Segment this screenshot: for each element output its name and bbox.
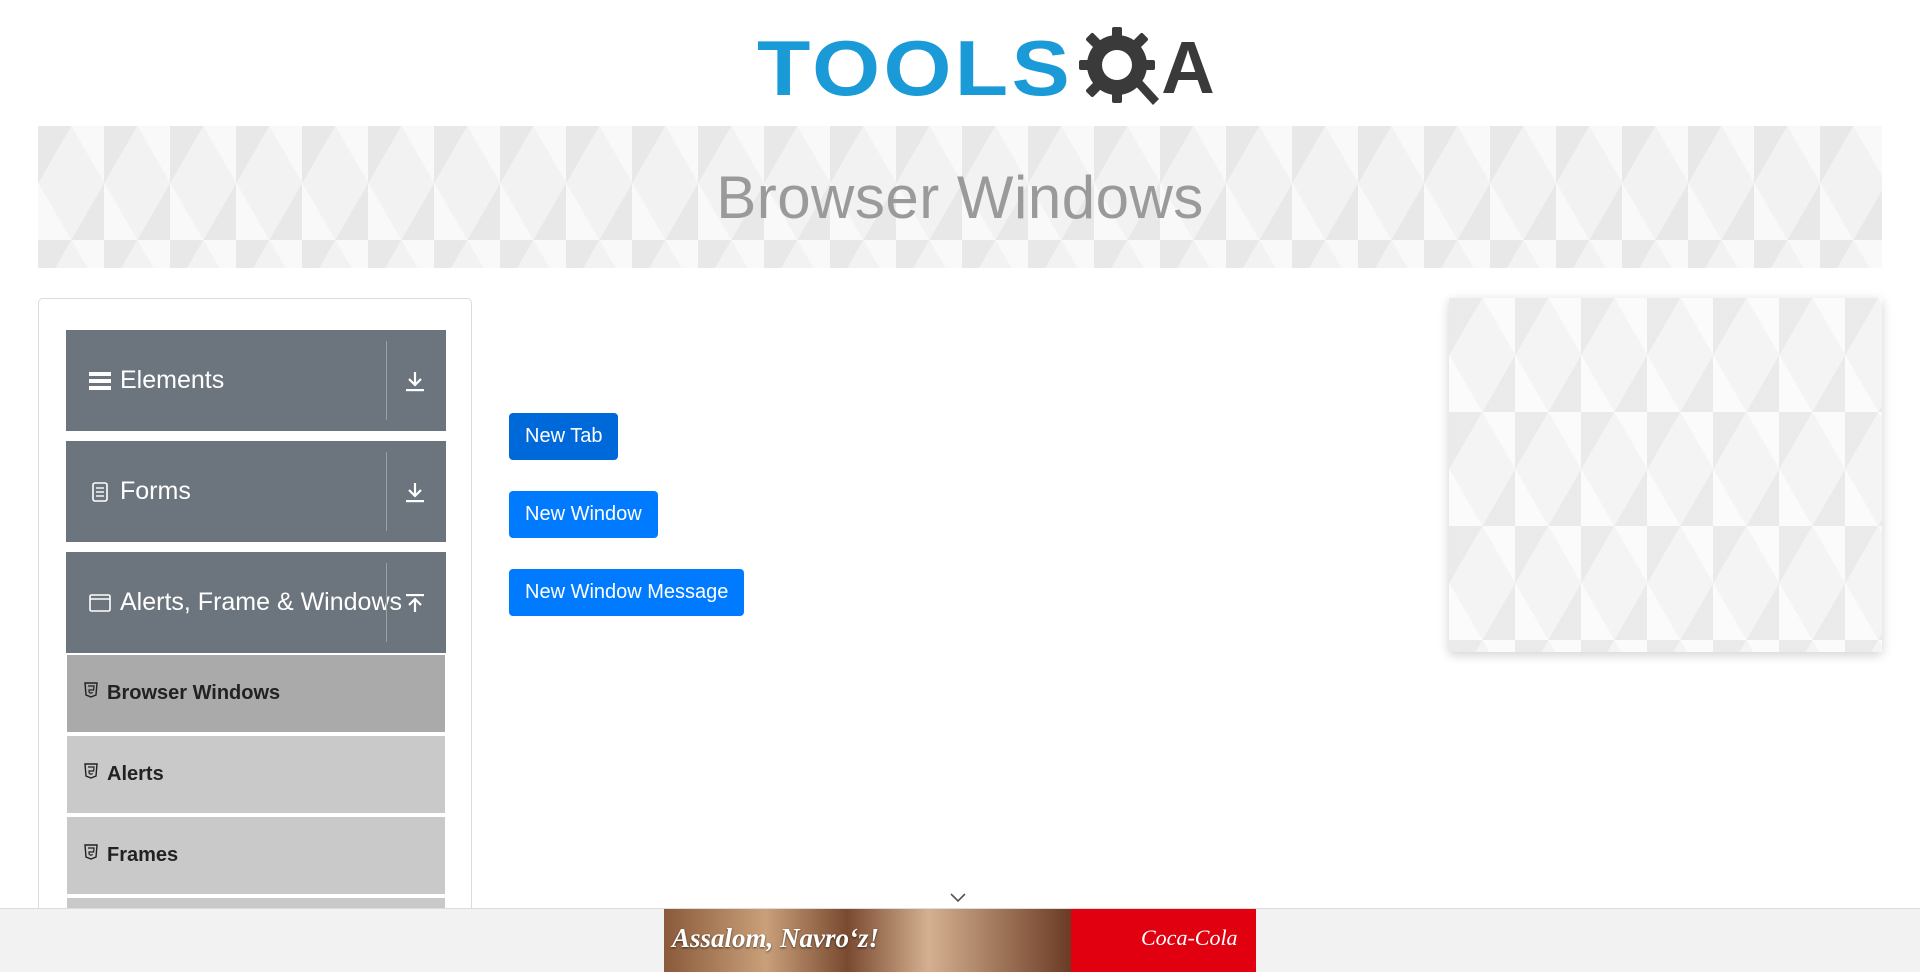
ad-placeholder [1449, 298, 1882, 652]
html5-icon [83, 681, 99, 698]
html5-icon [83, 762, 99, 779]
document-icon [88, 480, 112, 504]
logo-text-tools: TOOLS [757, 24, 1074, 112]
download-arrow-icon[interactable] [402, 477, 428, 507]
new-window-button[interactable]: New Window [509, 491, 658, 538]
new-window-message-button[interactable]: New Window Message [509, 569, 745, 616]
hamburger-icon [88, 369, 112, 393]
page-title: Browser Windows [716, 163, 1204, 231]
upload-arrow-icon[interactable] [402, 588, 428, 618]
sidebar-group-label: Forms [120, 477, 191, 505]
divider [386, 452, 387, 531]
ad-banner-image[interactable]: Assalom, Navro‘z! [664, 909, 1071, 972]
sidebar-item-frames[interactable]: Frames [67, 817, 445, 895]
ad-text: Assalom, Navro‘z! [672, 923, 880, 953]
header: TOOLS A [0, 0, 1920, 122]
sidebar-item-label: Frames [107, 844, 179, 866]
html5-icon [83, 843, 99, 860]
sidebar-group-forms[interactable]: Forms [66, 441, 446, 542]
sidebar-item-browser-windows[interactable]: Browser Windows [67, 655, 445, 733]
divider [386, 563, 387, 642]
chevron-down-icon[interactable] [948, 890, 968, 904]
sidebar-item-label: Browser Windows [107, 682, 281, 704]
download-arrow-icon[interactable] [402, 366, 428, 396]
ad-brand-panel[interactable]: Coca-Cola [1071, 909, 1256, 972]
toolsqa-logo[interactable]: TOOLS A [757, 18, 1215, 118]
logo-text-a: A [1161, 26, 1215, 109]
sidebar-group-alerts-frame-windows[interactable]: Alerts, Frame & Windows [66, 552, 446, 653]
sidebar-item-label: Alerts [107, 763, 164, 785]
sidebar-group-elements[interactable]: Elements [66, 330, 446, 431]
sidebar-group-label: Elements [120, 366, 225, 394]
new-tab-button[interactable]: New Tab [509, 413, 619, 460]
left-sidebar: Elements Forms Alerts, Frame & Windows B… [38, 298, 472, 972]
sidebar-group-label: Alerts, Frame & Windows [120, 588, 403, 616]
gear-magnifier-icon [1079, 25, 1165, 111]
window-icon [88, 591, 112, 615]
sidebar-item-alerts[interactable]: Alerts [67, 736, 445, 814]
divider [386, 341, 387, 420]
brand-logo: Coca-Cola [1141, 925, 1238, 950]
page-banner: Browser Windows [38, 126, 1882, 268]
